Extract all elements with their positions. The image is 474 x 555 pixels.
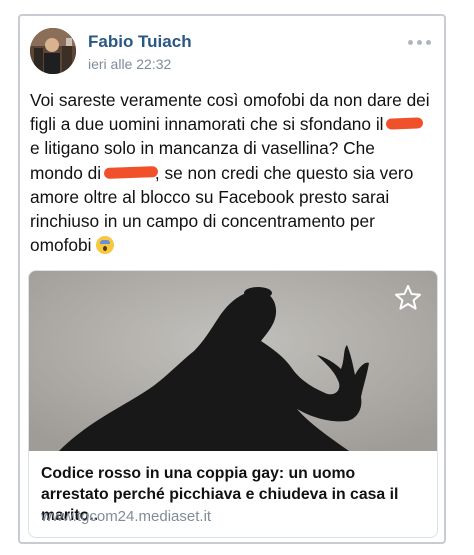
post-text-part: Voi sareste veramente così omofobi da no…: [30, 90, 430, 135]
author-name[interactable]: Fabio Tuiach: [88, 32, 192, 52]
face-screaming-in-fear-emoji-icon: [96, 236, 115, 255]
link-preview-image[interactable]: [29, 271, 437, 451]
shadow-photo: [29, 271, 437, 451]
post-text: Voi sareste veramente così omofobi da no…: [30, 88, 430, 257]
star-outline-icon[interactable]: [393, 283, 423, 313]
link-source[interactable]: www.tgcom24.mediaset.it: [41, 508, 211, 525]
redacted-word: culo: [388, 112, 420, 136]
post-card: Fabio Tuiach ieri alle 22:32 Voi sareste…: [18, 14, 446, 544]
link-preview-card[interactable]: Codice rosso in una coppia gay: un uomo …: [28, 270, 438, 538]
redacted-word: merda: [106, 161, 155, 185]
avatar[interactable]: [30, 28, 76, 74]
more-icon[interactable]: [408, 36, 432, 48]
post-timestamp[interactable]: ieri alle 22:32: [88, 56, 171, 72]
avatar-photo: [30, 28, 76, 74]
post-header: Fabio Tuiach ieri alle 22:32: [30, 28, 434, 78]
